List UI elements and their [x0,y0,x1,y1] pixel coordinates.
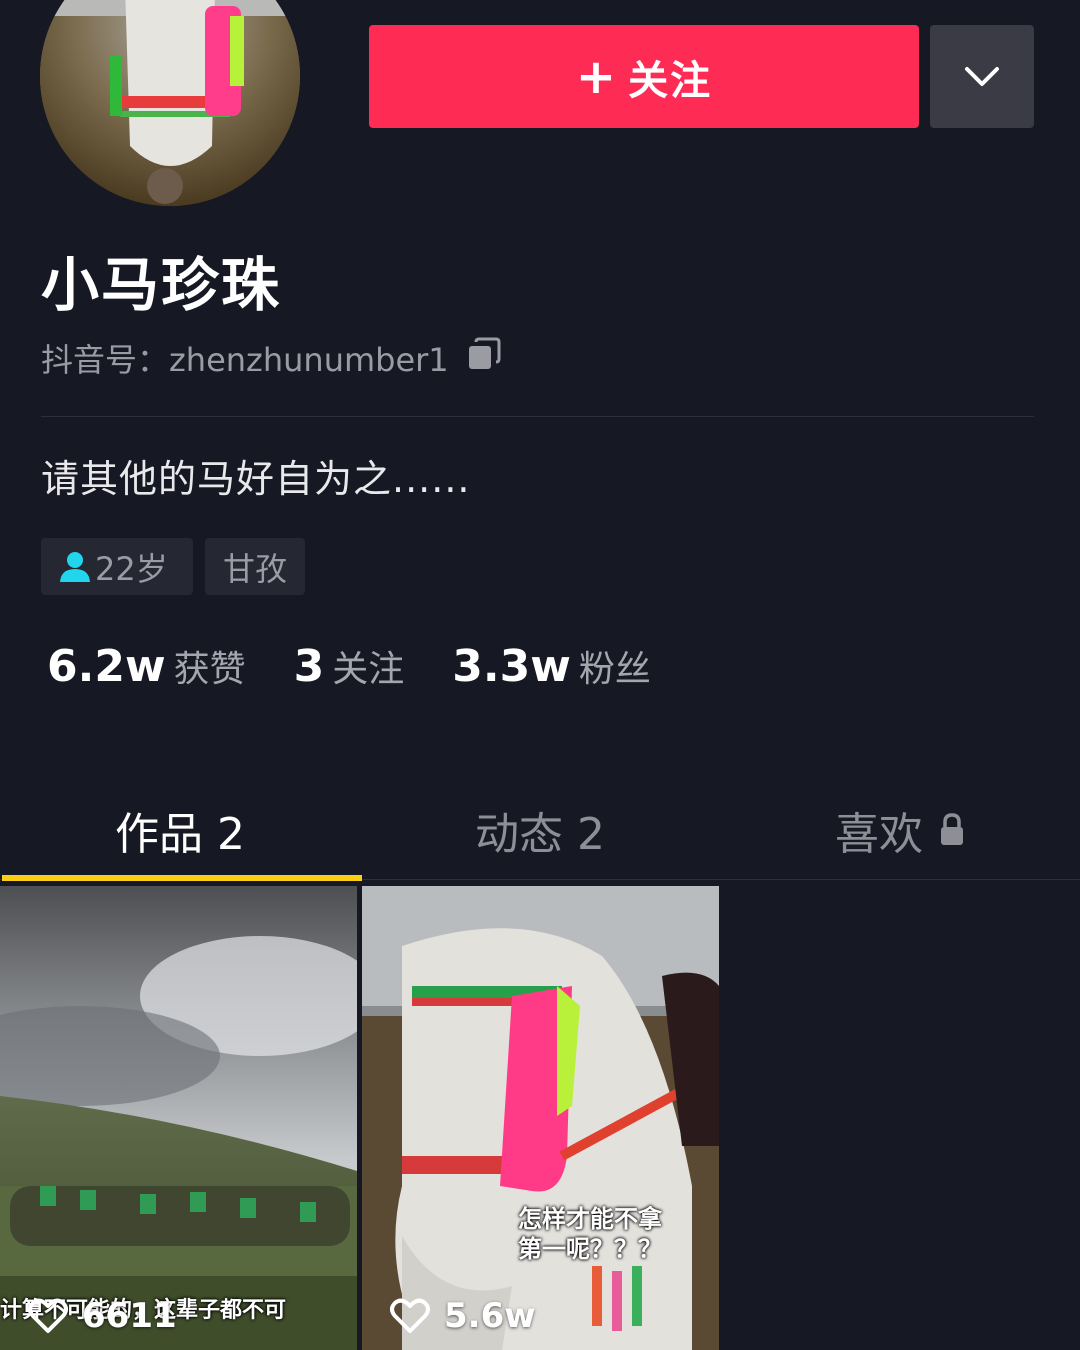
plus-icon: + [575,48,619,105]
chevron-down-icon [965,66,999,86]
likes-count[interactable]: 6.2w [47,641,166,692]
video-likes-count: 5.6w [444,1296,536,1336]
active-tab-indicator [2,875,362,881]
video-likes: 5.6w [390,1296,536,1336]
divider [41,416,1034,417]
video-thumbnail[interactable]: 怎样才能不拿 第一呢？？？ 5.6w [362,886,719,1350]
tab-dynamic[interactable]: 动态 2 [360,790,720,870]
lock-icon [941,813,963,845]
location-tag: 甘孜 [205,538,305,595]
douyin-id: 抖音号：zhenzhunumber1 [41,335,501,381]
tab-works-label: 作品 2 [115,809,245,860]
male-user-icon [60,551,90,582]
heart-icon [390,1298,430,1333]
video-caption: 怎样才能不拿 第一呢？？？ [518,1204,662,1264]
avatar[interactable] [40,0,300,206]
followers-count[interactable]: 3.3w [452,641,571,692]
follow-button[interactable]: + 关注 [369,25,919,128]
age-tag: 22岁 [41,538,193,595]
more-options-button[interactable] [930,25,1034,128]
username: 小马珍珠 [41,251,282,319]
avatar-image [40,0,300,206]
video-caption-line-2: 第一呢？？？ [518,1235,662,1263]
tab-dynamic-label: 动态 2 [475,809,605,860]
following-label: 关注 [332,649,405,690]
video-thumbnail[interactable]: 计算不可能的，这辈子都不可 6611 [0,886,357,1350]
location-text: 甘孜 [222,549,287,588]
douyin-id-text: 抖音号：zhenzhunumber1 [41,341,449,379]
following-count[interactable]: 3 [294,641,325,692]
video-image-race [0,886,357,1350]
video-likes-count: 6611 [82,1296,177,1336]
copy-icon[interactable] [467,337,501,379]
tab-likes-label: 喜欢 [835,809,923,860]
age-text: 22岁 [95,549,168,588]
video-likes: 6611 [28,1296,177,1336]
video-caption-line-1: 怎样才能不拿 [518,1205,662,1233]
followers-label: 粉丝 [578,649,651,690]
heart-icon [28,1298,68,1333]
tab-likes[interactable]: 喜欢 [720,790,1080,870]
likes-label: 获赞 [173,649,246,690]
tab-works[interactable]: 作品 2 [0,790,360,870]
stats-row: 6.2w 获赞 3 关注 3.3w 粉丝 [47,640,651,692]
follow-label: 关注 [628,57,713,104]
video-image-horse [362,886,719,1350]
bio: 请其他的马好自为之...... [41,457,471,501]
